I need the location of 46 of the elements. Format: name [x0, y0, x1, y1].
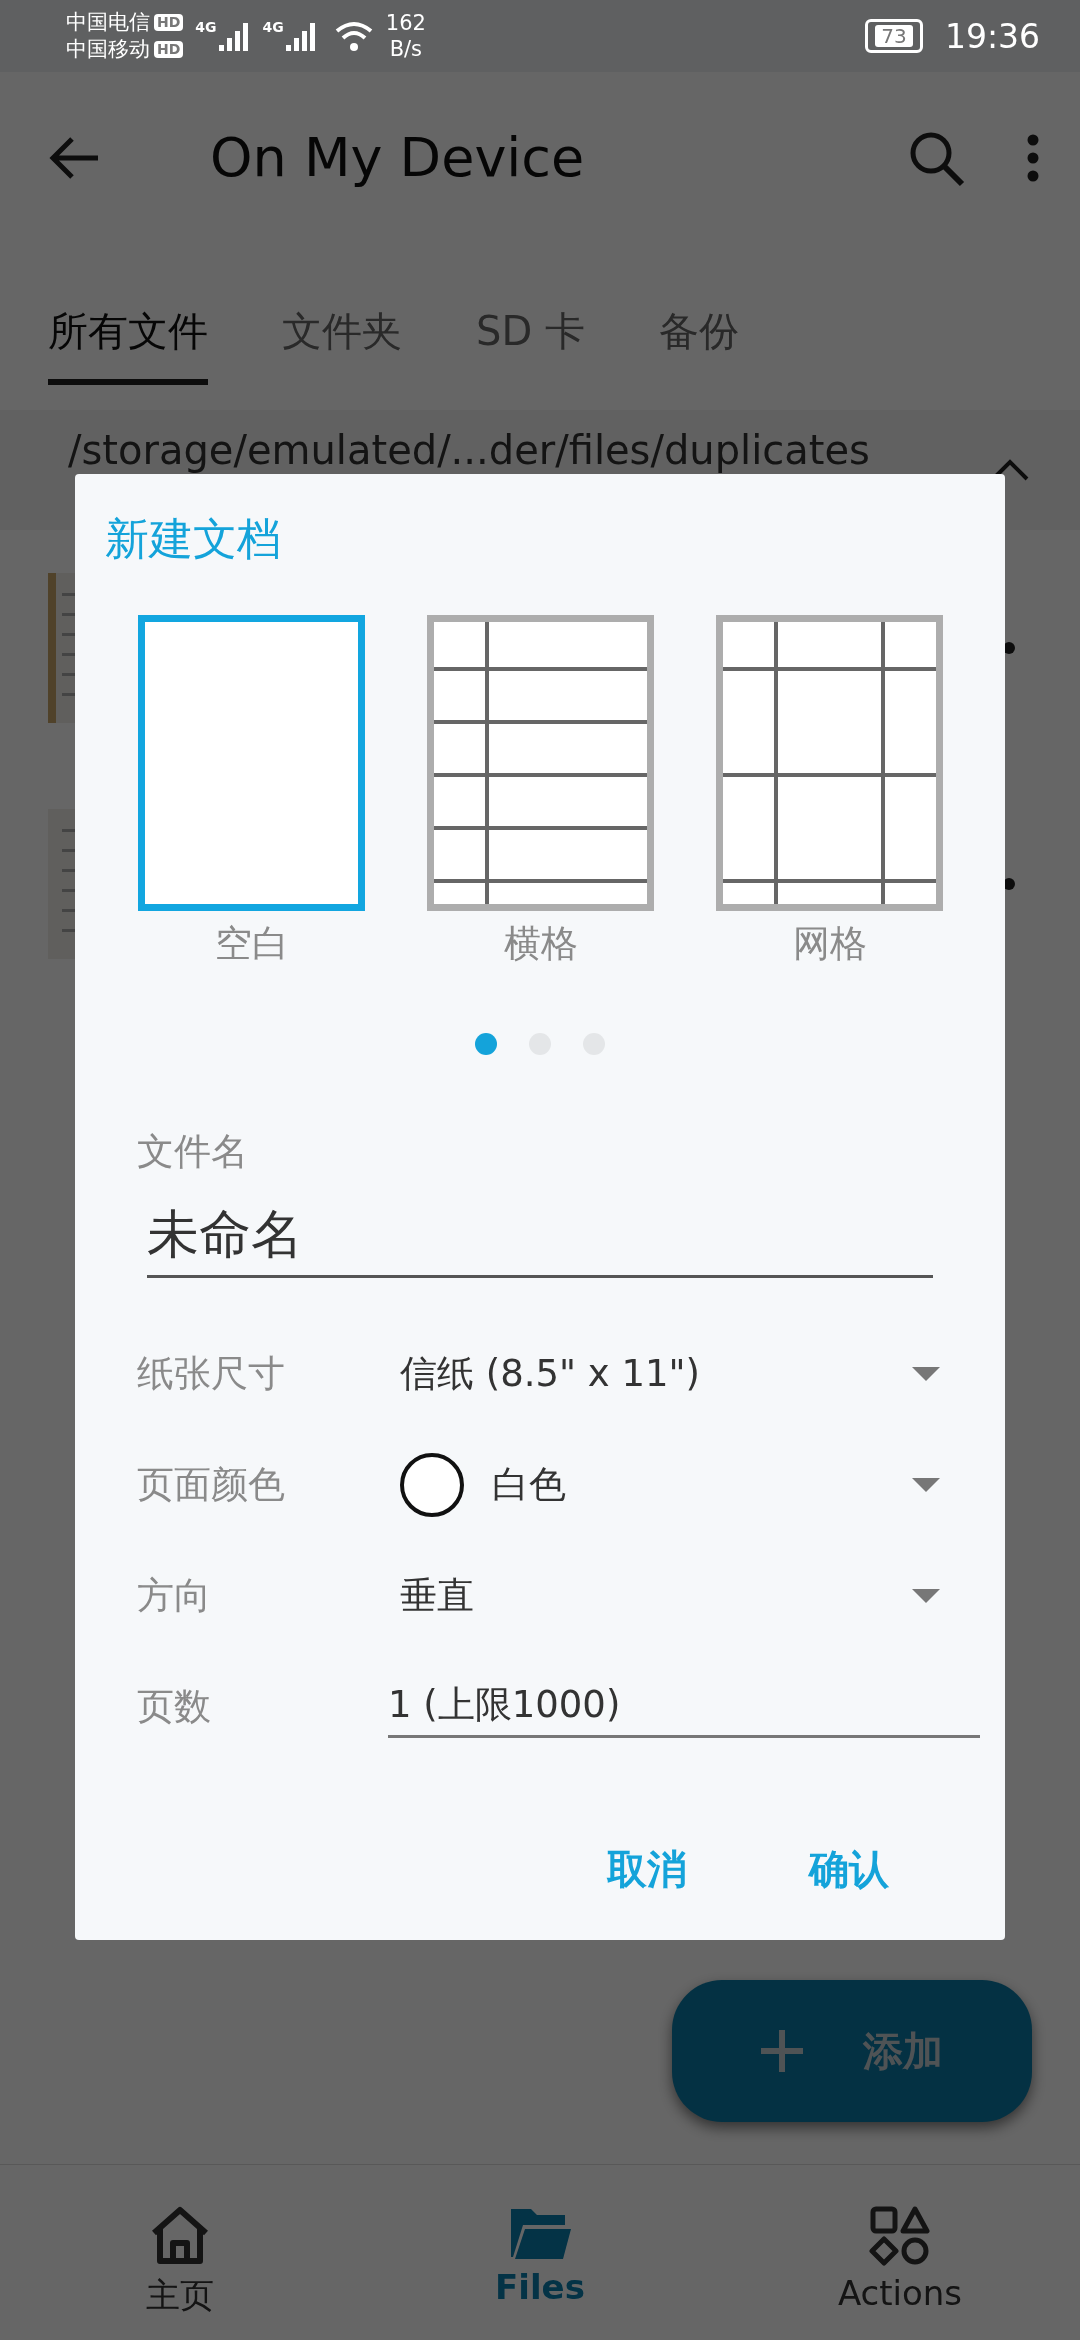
- clock: 19:36: [944, 16, 1040, 56]
- network-type: 4G: [195, 19, 217, 35]
- template-label: 横格: [503, 921, 578, 967]
- carrier-name: 中国移动: [66, 36, 150, 63]
- template-label: 空白: [214, 921, 289, 967]
- dropdown-caret-icon: [912, 1477, 940, 1492]
- dropdown[interactable]: 垂直: [400, 1570, 940, 1621]
- shapes-icon: [869, 2205, 931, 2267]
- network-type: 4G: [262, 19, 284, 35]
- add-button[interactable]: 添加: [672, 1980, 1032, 2122]
- network-speed: 162: [385, 10, 426, 36]
- wifi-icon: [333, 19, 374, 53]
- hd-badge: HD: [154, 41, 184, 58]
- tab[interactable]: 所有文件: [48, 284, 208, 385]
- template-option[interactable]: [716, 615, 943, 911]
- carrier-name: 中国电信: [66, 9, 150, 36]
- folder-path: /storage/emulated/...der/files/duplicates: [68, 427, 870, 473]
- field-label: 文件名: [137, 1129, 248, 1175]
- dropdown-caret-icon: [912, 1366, 940, 1381]
- tab[interactable]: SD 卡: [476, 284, 585, 385]
- tab[interactable]: 文件夹: [282, 284, 402, 385]
- template-option[interactable]: [138, 615, 365, 911]
- page-count-field[interactable]: 1 (上限1000): [388, 1675, 980, 1738]
- dialog-button[interactable]: 确认: [803, 1832, 895, 1907]
- dialog-title: 新建文档: [105, 512, 281, 566]
- nav-item[interactable]: Actions: [720, 2165, 1080, 2340]
- hd-badge: HD: [154, 14, 184, 31]
- back-arrow-icon[interactable]: [48, 134, 100, 181]
- filename-field[interactable]: 未命名: [147, 1201, 933, 1278]
- dropdown[interactable]: 信纸 (8.5" x 11"): [400, 1348, 940, 1399]
- field-label: 页面颜色: [136, 1461, 286, 1508]
- template-option[interactable]: [427, 615, 654, 911]
- field-label: 方向: [136, 1572, 212, 1619]
- battery-icon: 73: [864, 19, 923, 53]
- template-label: 网格: [792, 921, 867, 967]
- dropdown-caret-icon: [912, 1588, 940, 1603]
- dialog-button[interactable]: 取消: [601, 1832, 693, 1907]
- nav-item[interactable]: 主页: [0, 2165, 360, 2340]
- dropdown[interactable]: 白色: [400, 1452, 940, 1517]
- tab[interactable]: 备份: [658, 284, 739, 385]
- home-icon: [149, 2205, 211, 2267]
- nav-item[interactable]: Files: [360, 2165, 720, 2340]
- plus-icon: [761, 2030, 803, 2072]
- field-label: 纸张尺寸: [136, 1350, 286, 1397]
- network-speed: B/s: [389, 36, 423, 62]
- screen-title: On My Device: [210, 126, 585, 189]
